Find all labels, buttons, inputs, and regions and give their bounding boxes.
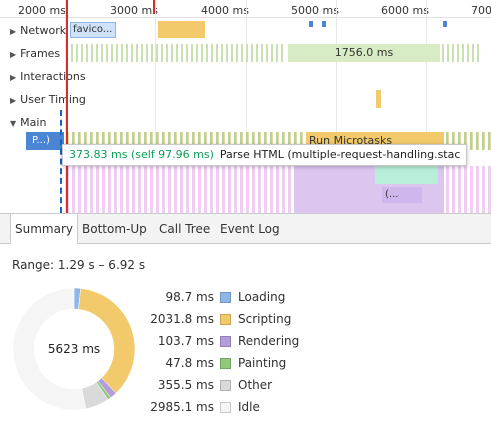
legend-label: Painting bbox=[238, 356, 287, 370]
legend-value: 103.7 ms bbox=[157, 334, 214, 348]
network-request-bar[interactable] bbox=[322, 21, 326, 27]
ruler-label: 5000 ms bbox=[291, 4, 339, 17]
frames-bar[interactable] bbox=[442, 44, 482, 62]
user-timing-track-label[interactable]: ▶ User Timing bbox=[10, 93, 86, 106]
network-request-bar[interactable] bbox=[443, 21, 447, 27]
main-flame-event[interactable] bbox=[375, 166, 438, 184]
tooltip-event-name: Parse HTML (multiple-request-handling.st… bbox=[219, 148, 461, 161]
legend-value: 47.8 ms bbox=[165, 356, 214, 370]
user-timing-track[interactable]: ▶ User Timing bbox=[0, 88, 491, 111]
playhead-marker bbox=[66, 0, 68, 213]
legend-value: 355.5 ms bbox=[157, 378, 214, 392]
main-task-bar[interactable]: P...) bbox=[26, 132, 64, 150]
legend-row-loading: 98.7 ms Loading bbox=[150, 287, 350, 309]
details-tab-bar: Summary Bottom-Up Call Tree Event Log bbox=[0, 213, 491, 244]
interactions-track[interactable]: ▶ Interactions bbox=[0, 65, 491, 88]
ruler-label: 7000 bbox=[471, 4, 491, 17]
tab-summary[interactable]: Summary bbox=[10, 214, 78, 244]
ruler-label: 4000 ms bbox=[201, 4, 249, 17]
ruler-marker bbox=[153, 0, 155, 14]
timeline-overview[interactable]: 2000 ms 3000 ms 4000 ms 5000 ms 6000 ms … bbox=[0, 0, 491, 213]
network-track-label[interactable]: ▶ Network bbox=[10, 24, 66, 37]
expand-triangle-icon[interactable]: ▶ bbox=[10, 27, 16, 36]
ruler-label: 3000 ms bbox=[110, 4, 158, 17]
category-legend: 98.7 ms Loading 2031.8 ms Scripting 103.… bbox=[150, 287, 350, 419]
network-request-bar[interactable] bbox=[158, 21, 205, 38]
track-name: User Timing bbox=[20, 93, 86, 106]
main-track-label[interactable]: ▼ Main bbox=[10, 116, 46, 129]
track-name: Interactions bbox=[20, 70, 86, 83]
painting-swatch bbox=[220, 358, 231, 369]
legend-row-scripting: 2031.8 ms Scripting bbox=[150, 309, 350, 331]
ruler-label: 6000 ms bbox=[381, 4, 429, 17]
main-flame-event[interactable]: (... bbox=[382, 187, 422, 203]
legend-row-painting: 47.8 ms Painting bbox=[150, 353, 350, 375]
legend-row-other: 355.5 ms Other bbox=[150, 375, 350, 397]
user-timing-mark[interactable] bbox=[376, 90, 381, 108]
loading-swatch bbox=[220, 292, 231, 303]
legend-label: Idle bbox=[238, 400, 260, 414]
legend-label: Loading bbox=[238, 290, 286, 304]
frames-bar[interactable] bbox=[66, 44, 286, 62]
scripting-swatch bbox=[220, 314, 231, 325]
ruler-label: 2000 ms bbox=[18, 4, 66, 17]
total-time: 5623 ms bbox=[47, 342, 101, 356]
frames-track[interactable]: ▶ Frames 1756.0 ms bbox=[0, 42, 491, 65]
expand-triangle-icon[interactable]: ▶ bbox=[10, 50, 16, 59]
expand-triangle-icon[interactable]: ▶ bbox=[10, 73, 16, 82]
idle-swatch bbox=[220, 402, 231, 413]
tooltip-duration: 373.83 ms (self 97.96 ms) bbox=[69, 148, 214, 161]
tab-bottom-up[interactable]: Bottom-Up bbox=[78, 214, 151, 244]
legend-label: Scripting bbox=[238, 312, 292, 326]
range-label: Range: 1.29 s – 6.92 s bbox=[12, 258, 146, 272]
main-flame-detail[interactable] bbox=[66, 166, 294, 213]
tab-call-tree[interactable]: Call Tree bbox=[155, 214, 214, 244]
event-tooltip: 373.83 ms (self 97.96 ms) Parse HTML (mul… bbox=[62, 144, 468, 166]
interactions-track-label[interactable]: ▶ Interactions bbox=[10, 70, 86, 83]
time-breakdown-chart: 5623 ms bbox=[12, 287, 136, 411]
legend-row-rendering: 103.7 ms Rendering bbox=[150, 331, 350, 353]
expand-triangle-icon[interactable]: ▶ bbox=[10, 96, 16, 105]
collapse-triangle-icon[interactable]: ▼ bbox=[10, 119, 16, 128]
legend-value: 2985.1 ms bbox=[150, 400, 214, 414]
legend-label: Rendering bbox=[238, 334, 300, 348]
track-name: Frames bbox=[20, 47, 61, 60]
tab-event-log[interactable]: Event Log bbox=[216, 214, 284, 244]
network-request-bar[interactable]: favico... bbox=[70, 22, 116, 38]
legend-value: 98.7 ms bbox=[165, 290, 214, 304]
legend-value: 2031.8 ms bbox=[150, 312, 214, 326]
rendering-swatch bbox=[220, 336, 231, 347]
frames-track-label[interactable]: ▶ Frames bbox=[10, 47, 60, 60]
track-name: Network bbox=[20, 24, 67, 37]
summary-panel: Range: 1.29 s – 6.92 s 5623 ms 98.7 ms L… bbox=[0, 244, 491, 429]
frame-duration-bar[interactable]: 1756.0 ms bbox=[288, 44, 440, 62]
track-name: Main bbox=[20, 116, 47, 129]
legend-label: Other bbox=[238, 378, 273, 392]
other-swatch bbox=[220, 380, 231, 391]
main-flame-detail[interactable] bbox=[446, 166, 491, 213]
legend-row-idle: 2985.1 ms Idle bbox=[150, 397, 350, 419]
network-track[interactable]: ▶ Network favico... bbox=[0, 19, 491, 42]
network-request-bar[interactable] bbox=[309, 21, 313, 27]
